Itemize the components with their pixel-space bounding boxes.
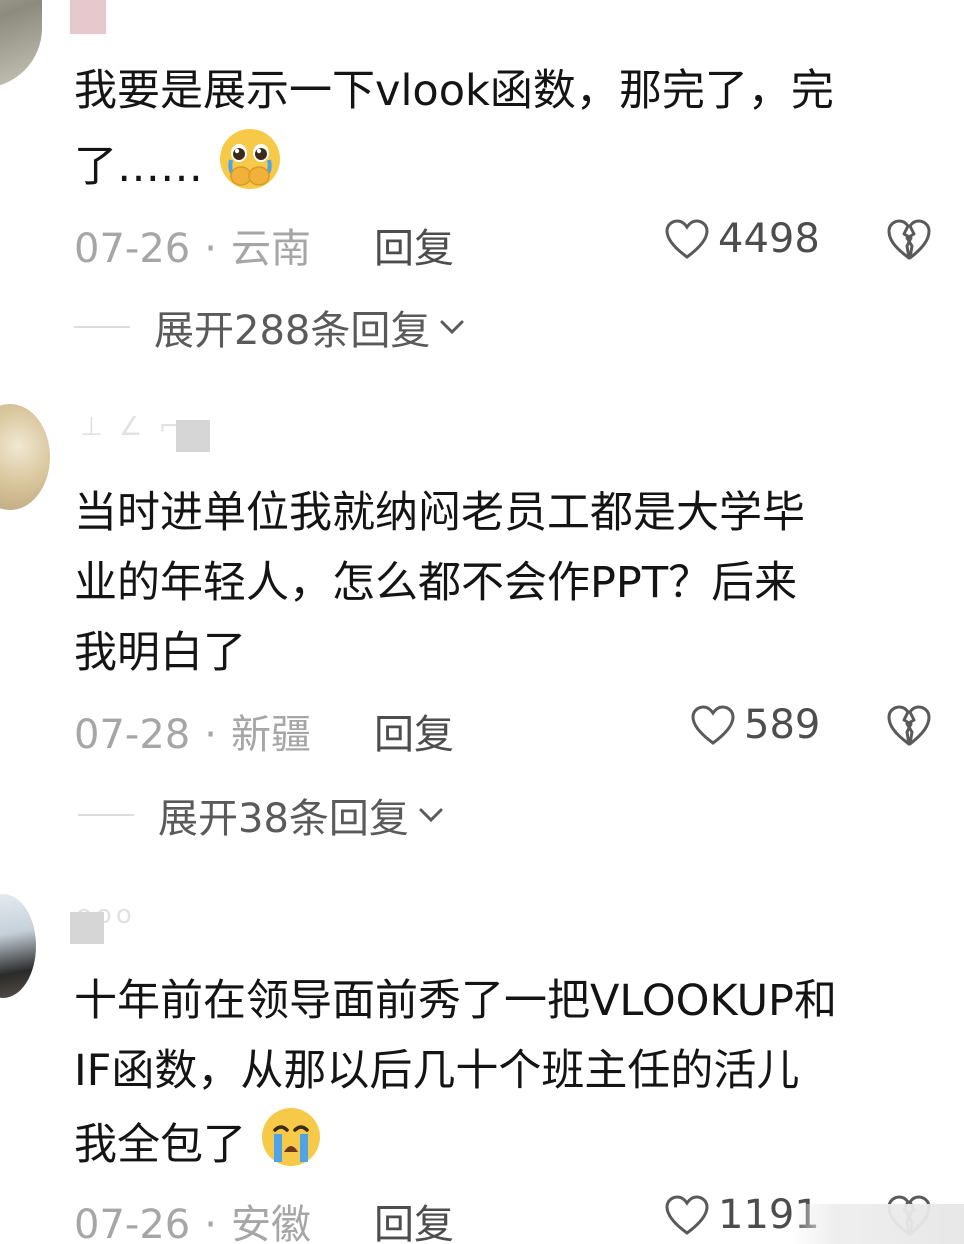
comment-location: 安徽 — [230, 1202, 311, 1244]
separator-dot: · — [204, 226, 217, 272]
reply-button[interactable]: 回复 — [374, 1192, 454, 1244]
comment-text: 我要是展示一下vlook函数，那完了，完 了…… — [74, 56, 944, 213]
expand-replies-button[interactable]: 展开288条回复 — [74, 302, 466, 354]
watermark-overlay — [790, 1204, 964, 1244]
avatar[interactable] — [0, 404, 50, 510]
like-button[interactable]: 589 — [690, 700, 820, 750]
like-count: 589 — [744, 702, 821, 748]
avatar[interactable] — [0, 0, 42, 88]
separator-dot: · — [204, 1202, 217, 1244]
comment-line: 我要是展示一下vlook函数，那完了，完 — [74, 66, 834, 116]
username-redacted[interactable]: ⊥ ∠ ⌐ — [80, 412, 184, 442]
comment-line: 十年前在领导面前秀了一把VLOOKUP和 — [74, 976, 837, 1026]
comment-location: 新疆 — [230, 712, 311, 758]
comment-line: 业的年轻人，怎么都不会作PPT？后来 — [74, 558, 798, 608]
comment-line: IF函数，从那以后几十个班主任的活儿 — [74, 1046, 800, 1096]
like-count: 4498 — [718, 216, 820, 262]
comment-line: 了…… — [74, 126, 944, 213]
broken-heart-icon — [887, 705, 931, 746]
heart-icon — [665, 219, 709, 259]
dislike-button[interactable] — [886, 702, 932, 748]
comment-meta: 07-28 · 新疆 — [74, 702, 311, 758]
comment-text: 当时进单位我就纳闷老员工都是大学毕 业的年轻人，怎么都不会作PPT？后来 我明白… — [74, 478, 944, 688]
comment-text: 十年前在领导面前秀了一把VLOOKUP和 IF函数，从那以后几十个班主任的活儿 … — [74, 966, 944, 1189]
reply-button[interactable]: 回复 — [374, 702, 454, 760]
comment-line: 当时进单位我就纳闷老员工都是大学毕 — [74, 488, 805, 538]
divider — [74, 326, 130, 328]
divider — [78, 814, 134, 816]
username-redacted-block — [176, 420, 210, 452]
chevron-down-icon — [440, 320, 464, 335]
heart-icon — [691, 705, 735, 745]
comment-date: 07-26 — [74, 1202, 191, 1244]
avatar[interactable] — [0, 894, 36, 998]
comment-date: 07-28 — [74, 712, 191, 758]
username-redacted[interactable] — [70, 0, 106, 34]
comment-line: 我明白了 — [74, 628, 246, 678]
crying-face-emoji-icon — [260, 1106, 322, 1189]
broken-heart-icon — [887, 219, 931, 260]
like-button[interactable]: 4498 — [664, 214, 820, 264]
comment-meta: 07-26 · 安徽 — [74, 1192, 311, 1244]
dislike-button[interactable] — [886, 216, 932, 262]
comment-location: 云南 — [230, 226, 311, 272]
reply-button[interactable]: 回复 — [374, 216, 454, 274]
heart-icon — [665, 1195, 709, 1235]
comment-line: 我全包了 — [74, 1106, 944, 1189]
expand-replies-label: 展开288条回复 — [154, 308, 431, 354]
expand-replies-button[interactable]: 展开38条回复 — [78, 790, 445, 842]
comment-date: 07-26 — [74, 226, 191, 272]
pleading-face-hands-emoji-icon — [217, 126, 283, 213]
comment-meta: 07-26 · 云南 — [74, 216, 311, 272]
expand-replies-label: 展开38条回复 — [158, 796, 409, 842]
username-redacted-block — [70, 912, 104, 944]
separator-dot: · — [204, 712, 217, 758]
chevron-down-icon — [419, 808, 443, 823]
